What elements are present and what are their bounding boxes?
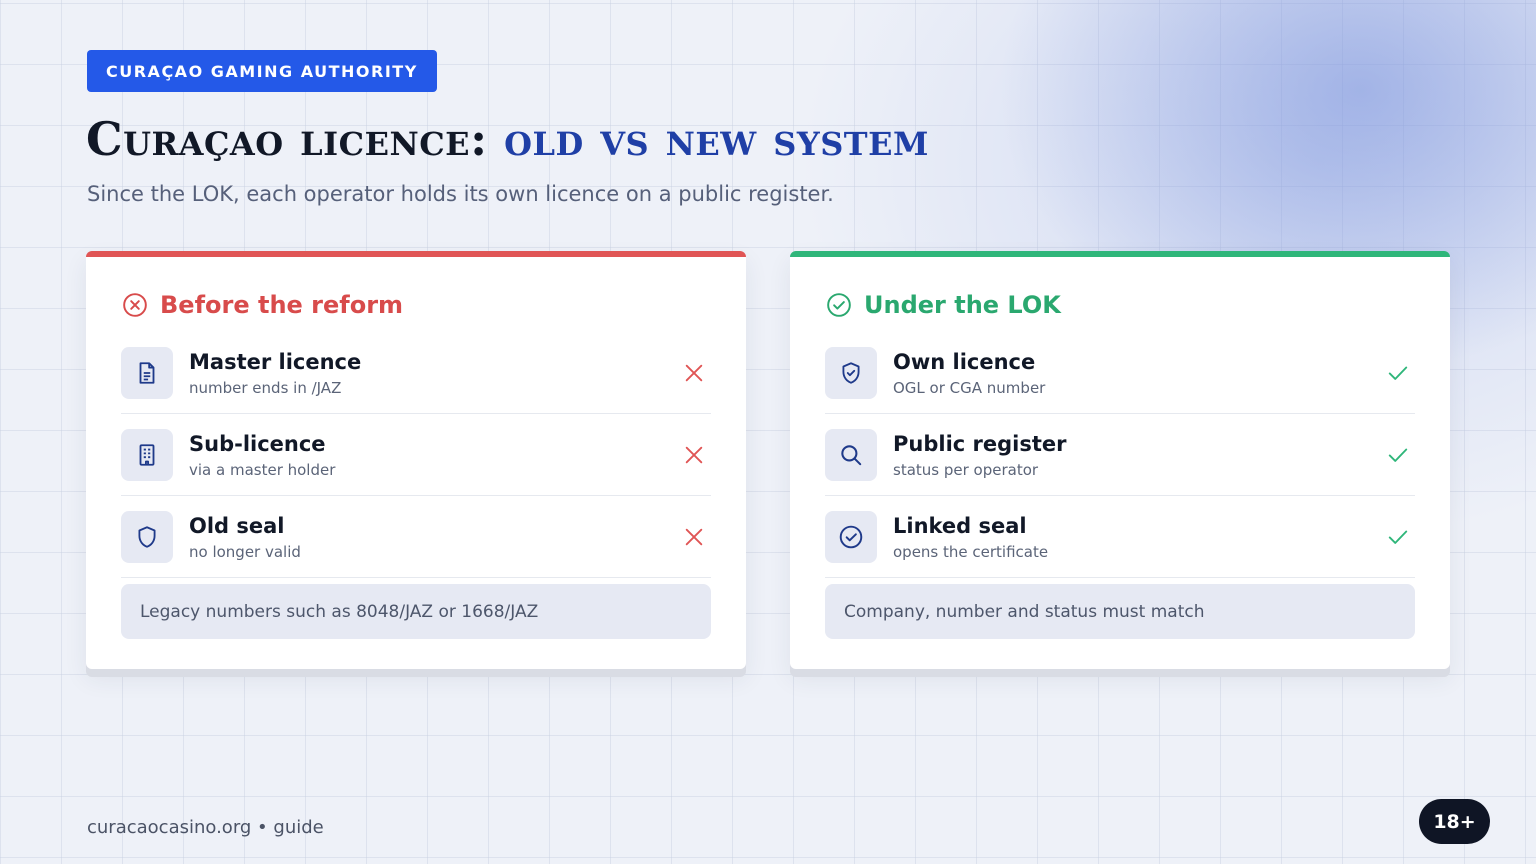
before-reform-list: Master licence number ends in /JAZ Sub-l… (121, 332, 711, 578)
before-reform-heading: Before the reform (122, 291, 403, 319)
title-main: Curaçao licence: (86, 112, 488, 166)
shield-check-icon (842, 361, 860, 384)
list-item: Sub-licence via a master holder (121, 414, 711, 496)
age-restriction-badge: 18+ (1419, 799, 1490, 844)
under-lok-heading: Under the LOK (826, 291, 1061, 319)
row-title: Own licence (893, 349, 1036, 374)
row-subtitle: status per operator (893, 460, 1039, 479)
row-title: Linked seal (893, 513, 1027, 538)
footer-source: curacaocasino.org • guide (87, 817, 324, 838)
row-icon-box (121, 510, 173, 563)
row-title: Public register (893, 431, 1067, 456)
before-reform-card: Before the reform Master licence number … (86, 251, 746, 669)
list-item: Old seal no longer valid (121, 496, 711, 578)
search-icon (841, 444, 862, 465)
row-title: Old seal (189, 513, 285, 538)
shield-icon (138, 525, 156, 548)
row-icon-box (825, 346, 877, 399)
row-subtitle: no longer valid (189, 542, 301, 561)
under-lok-heading-text: Under the LOK (864, 291, 1061, 319)
cross-icon (685, 364, 703, 381)
before-reform-heading-text: Before the reform (160, 291, 404, 319)
building-icon (139, 443, 155, 466)
row-icon-box (121, 428, 173, 481)
row-icon-box (825, 510, 877, 563)
check-circle-icon (827, 293, 851, 317)
match-note: Company, number and status must match (825, 584, 1415, 639)
check-icon (1388, 530, 1408, 544)
row-subtitle: OGL or CGA number (893, 378, 1046, 397)
x-circle-icon (123, 293, 147, 317)
page-subtitle: Since the LOK, each operator holds its o… (87, 182, 834, 206)
list-item: Linked seal opens the certificate (825, 496, 1415, 578)
row-subtitle: opens the certificate (893, 542, 1049, 561)
row-subtitle: via a master holder (189, 460, 336, 479)
check-icon (1388, 366, 1408, 380)
list-item: Master licence number ends in /JAZ (121, 332, 711, 414)
legacy-note: Legacy numbers such as 8048/JAZ or 1668/… (121, 584, 711, 639)
check-icon (1388, 448, 1408, 462)
list-item: Public register status per operator (825, 414, 1415, 496)
title-accent: old vs new system (504, 112, 929, 166)
check-circle-icon (839, 525, 863, 548)
cross-icon (685, 528, 703, 545)
row-icon-box (121, 346, 173, 399)
page-title: Curaçao licence: old vs new system (86, 112, 929, 166)
row-subtitle: number ends in /JAZ (189, 378, 342, 397)
under-lok-card: Under the LOK Own licence OGL or CGA num… (790, 251, 1450, 669)
cross-icon (685, 446, 703, 463)
document-icon (139, 361, 155, 384)
list-item: Own licence OGL or CGA number (825, 332, 1415, 414)
row-title: Sub-licence (189, 431, 326, 456)
under-lok-list: Own licence OGL or CGA number Public reg… (825, 332, 1415, 578)
authority-badge: CURAÇAO GAMING AUTHORITY (87, 50, 437, 92)
row-title: Master licence (189, 349, 362, 374)
row-icon-box (825, 428, 877, 481)
